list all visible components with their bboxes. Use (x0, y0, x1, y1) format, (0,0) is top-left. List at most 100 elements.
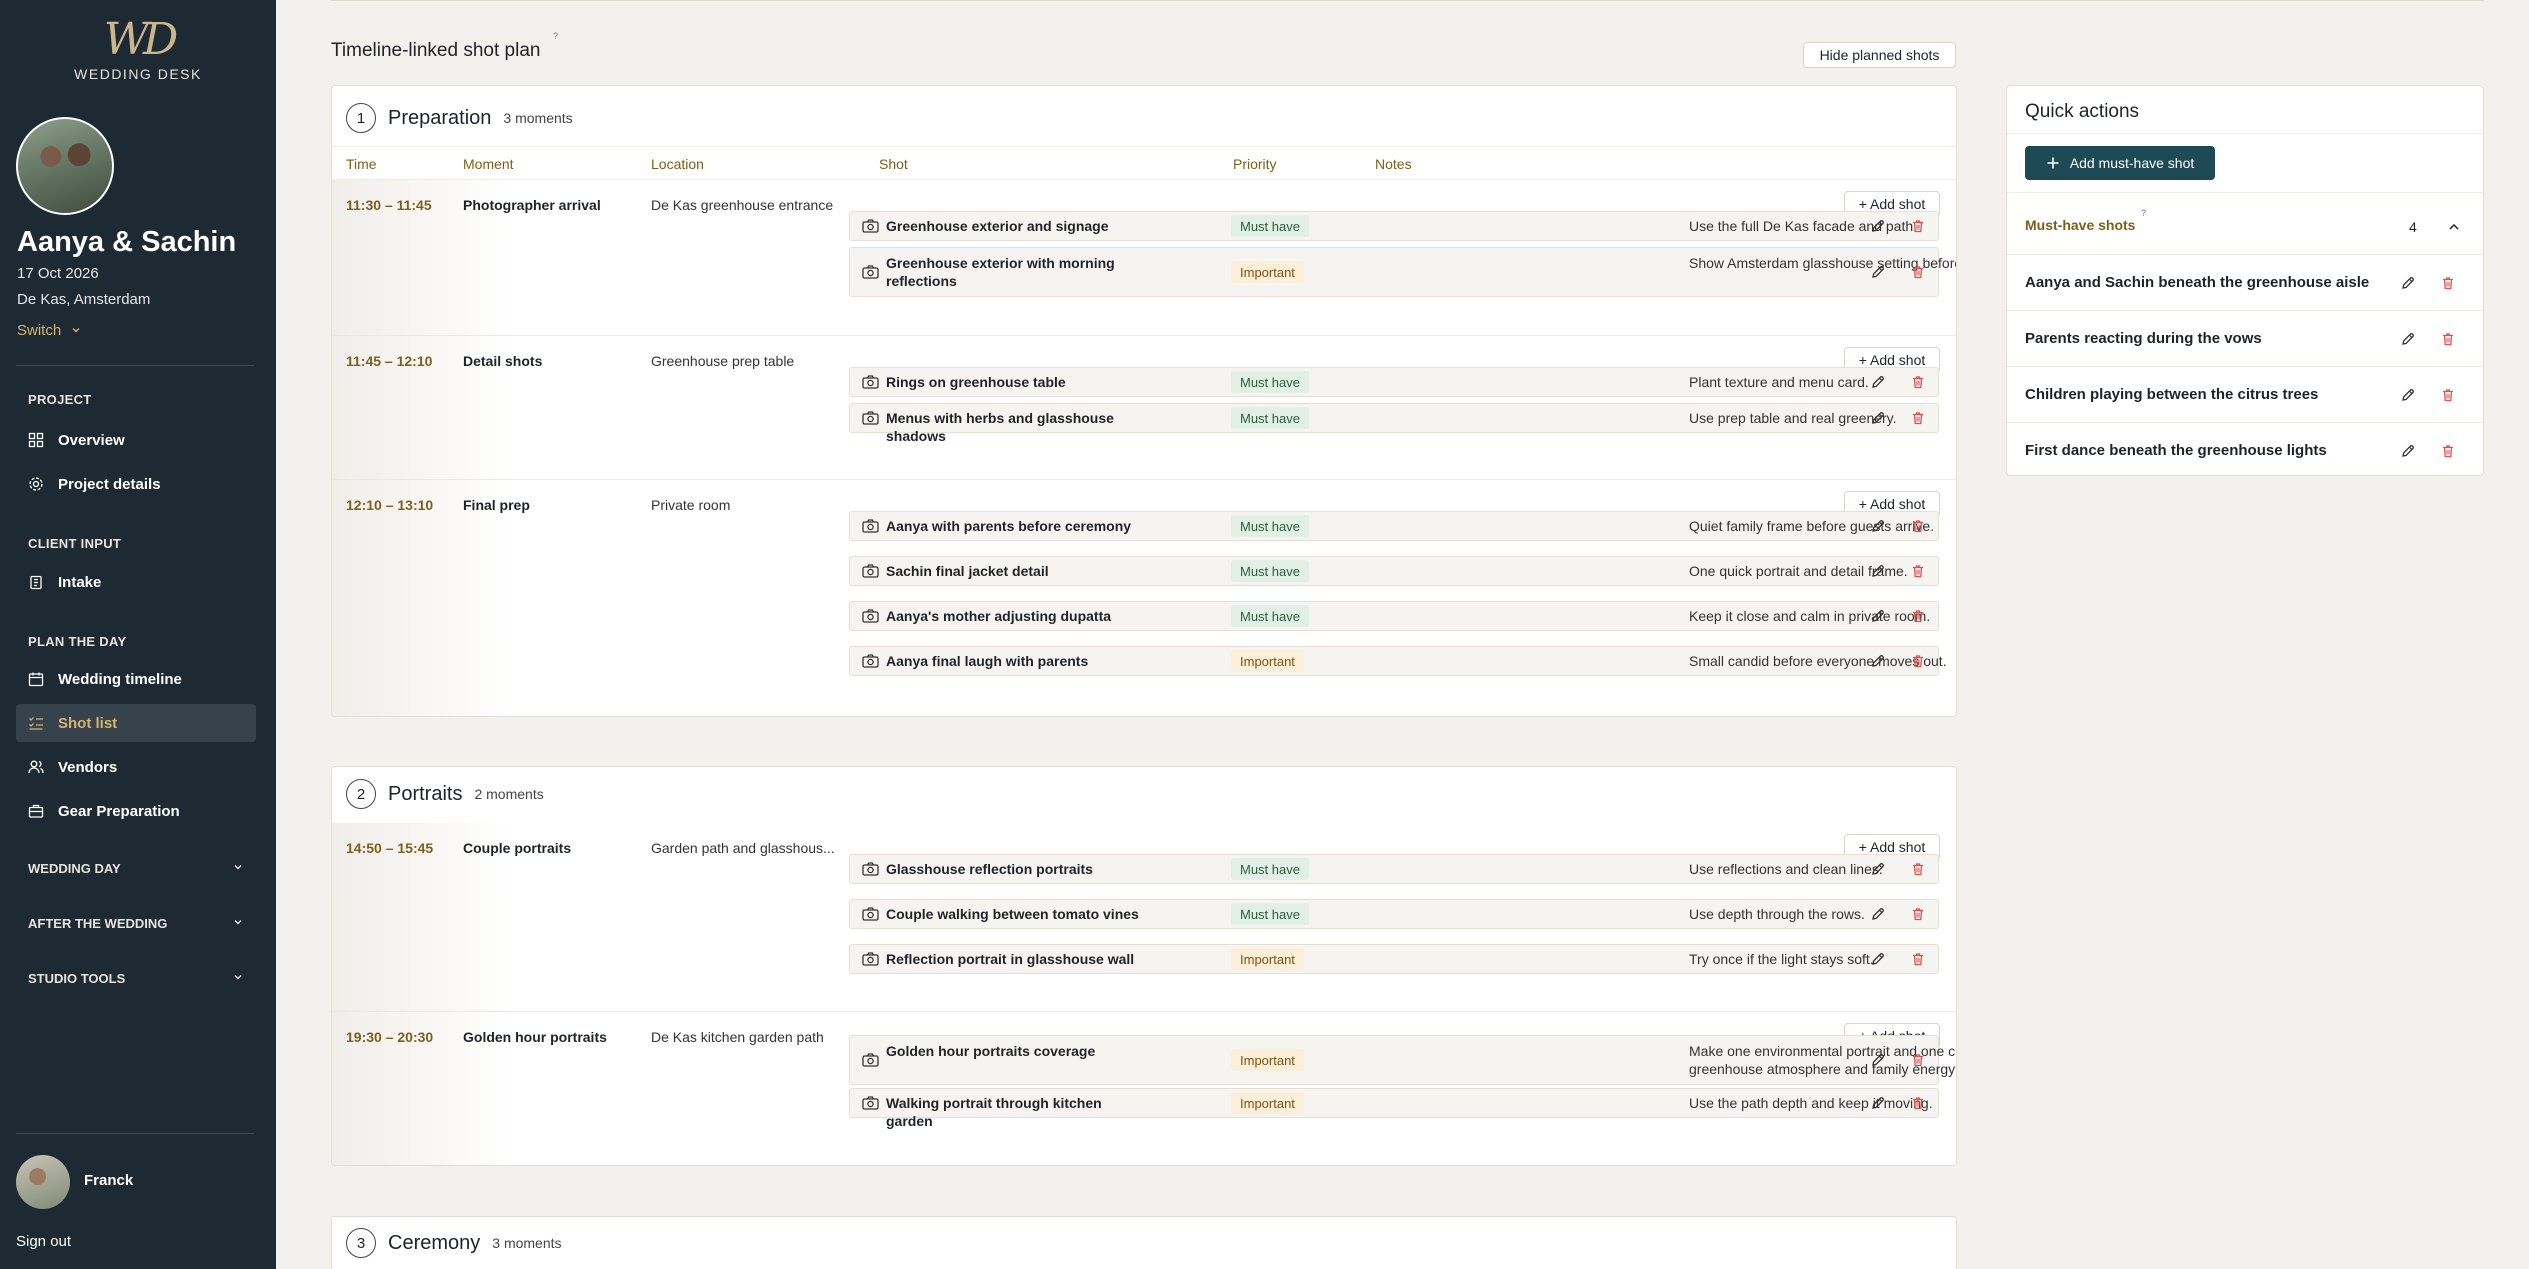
trash-icon[interactable] (1910, 861, 1926, 877)
switch-label: Switch (17, 322, 62, 339)
must-have-item[interactable]: First dance beneath the greenhouse light… (2007, 422, 2483, 478)
edit-icon[interactable] (1870, 1095, 1886, 1111)
moment-row: 14:50 – 15:45 Couple portraits Garden pa… (332, 823, 1956, 1012)
chevron-up-icon[interactable] (2447, 220, 2461, 234)
app-logo[interactable]: WD WEDDING DESK (0, 16, 276, 83)
priority-badge: Must have (1231, 215, 1309, 237)
edit-icon[interactable] (1870, 518, 1886, 534)
trash-icon[interactable] (1910, 906, 1926, 922)
help-icon[interactable]: ? (553, 31, 558, 41)
trash-icon[interactable] (1910, 374, 1926, 390)
sidebar-group-studio-tools[interactable]: STUDIO TOOLS (28, 971, 244, 986)
shot-row[interactable]: Sachin final jacket detail Must have One… (849, 556, 1939, 586)
edit-icon[interactable] (2400, 443, 2416, 459)
trash-icon[interactable] (1910, 218, 1926, 234)
moment-name: Detail shots (463, 353, 543, 369)
must-have-item[interactable]: Children playing between the citrus tree… (2007, 366, 2483, 422)
sidebar-divider (16, 1133, 254, 1134)
edit-icon[interactable] (1870, 906, 1886, 922)
sidebar-item-vendors[interactable]: Vendors (16, 748, 256, 786)
trash-icon[interactable] (2440, 331, 2456, 347)
sidebar-item-intake[interactable]: Intake (16, 563, 256, 601)
trash-icon[interactable] (1910, 608, 1926, 624)
page-title: Timeline-linked shot plan (331, 40, 541, 61)
shot-row[interactable]: Aanya's mother adjusting dupatta Must ha… (849, 601, 1939, 631)
top-divider (331, 0, 2484, 1)
priority-badge: Must have (1231, 407, 1309, 429)
section-title: Preparation (388, 106, 492, 129)
sidebar-item-gear-preparation[interactable]: Gear Preparation (16, 792, 256, 830)
add-must-have-shot-button[interactable]: Add must-have shot (2025, 146, 2215, 180)
sidebar-group-after-the-wedding[interactable]: AFTER THE WEDDING (28, 916, 244, 931)
edit-icon[interactable] (2400, 387, 2416, 403)
trash-icon[interactable] (2440, 443, 2456, 459)
moment-time: 14:50 – 15:45 (346, 840, 434, 856)
priority-badge: Important (1231, 948, 1304, 970)
edit-icon[interactable] (1870, 563, 1886, 579)
trash-icon[interactable] (1910, 518, 1926, 534)
switch-project-button[interactable]: Switch (17, 322, 81, 339)
sidebar-item-shot-list[interactable]: Shot list (16, 704, 256, 742)
shot-row[interactable]: Rings on greenhouse table Must have Plan… (849, 367, 1939, 397)
section-header[interactable]: 2 Portraits 2 moments (346, 779, 544, 809)
shot-row[interactable]: Couple walking between tomato vines Must… (849, 899, 1939, 929)
plus-icon (2047, 157, 2059, 169)
trash-icon[interactable] (1910, 410, 1926, 426)
help-icon[interactable]: ? (2141, 208, 2146, 218)
shot-row[interactable]: Greenhouse exterior with morning reflect… (849, 247, 1956, 297)
edit-icon[interactable] (1870, 410, 1886, 426)
trash-icon[interactable] (1910, 951, 1926, 967)
edit-icon[interactable] (1870, 861, 1886, 877)
sidebar-item-label: Gear Preparation (58, 802, 180, 820)
trash-icon[interactable] (1910, 653, 1926, 669)
shot-row[interactable]: Golden hour portraits coverage Important… (849, 1035, 1956, 1085)
shot-row[interactable]: Reflection portrait in glasshouse wall I… (849, 944, 1939, 974)
shot-row[interactable]: Aanya with parents before ceremony Must … (849, 511, 1939, 541)
edit-icon[interactable] (1870, 264, 1886, 280)
moment-name: Couple portraits (463, 840, 572, 856)
sidebar-item-project-details[interactable]: Project details (16, 465, 256, 503)
sign-out-link[interactable]: Sign out (16, 1233, 71, 1250)
couple-venue: De Kas, Amsterdam (17, 291, 151, 308)
sidebar-item-overview[interactable]: Overview (16, 421, 256, 459)
sidebar-item-wedding-timeline[interactable]: Wedding timeline (16, 660, 256, 698)
sidebar-group-wedding-day[interactable]: WEDDING DAY (28, 861, 244, 876)
shot-title: Aanya with parents before ceremony (886, 518, 1132, 534)
edit-icon[interactable] (2400, 331, 2416, 347)
camera-icon (862, 952, 879, 966)
trash-icon[interactable] (1910, 563, 1926, 579)
user-avatar[interactable] (16, 1155, 70, 1209)
section-moment-count: 2 moments (474, 786, 544, 802)
trash-icon[interactable] (1910, 1052, 1926, 1068)
sidebar-item-label: Intake (58, 573, 102, 591)
shot-row[interactable]: Menus with herbs and glasshouse shadows … (849, 403, 1939, 444)
trash-icon[interactable] (2440, 275, 2456, 291)
edit-icon[interactable] (1870, 608, 1886, 624)
shot-row[interactable]: Aanya final laugh with parents Important… (849, 646, 1947, 676)
moment-row: 19:30 – 20:30 Golden hour portraits De K… (332, 1012, 1956, 1165)
edit-icon[interactable] (1870, 218, 1886, 234)
shot-row[interactable]: Greenhouse exterior and signage Must hav… (849, 211, 1939, 241)
edit-icon[interactable] (1870, 1052, 1886, 1068)
section-header[interactable]: 1 Preparation 3 moments (346, 103, 573, 133)
moment-time: 11:45 – 12:10 (346, 353, 433, 369)
shot-title: Glasshouse reflection portraits (886, 861, 1093, 877)
shot-row[interactable]: Glasshouse reflection portraits Must hav… (849, 854, 1939, 884)
section-number: 2 (346, 779, 376, 809)
must-have-item[interactable]: Parents reacting during the vows (2007, 310, 2483, 366)
edit-icon[interactable] (1870, 374, 1886, 390)
priority-badge: Must have (1231, 858, 1309, 880)
section-header[interactable]: 3 Ceremony 3 moments (346, 1228, 562, 1258)
trash-icon[interactable] (1910, 264, 1926, 280)
trash-icon[interactable] (2440, 387, 2456, 403)
edit-icon[interactable] (1870, 951, 1886, 967)
trash-icon[interactable] (1910, 1095, 1926, 1111)
button-label: Add must-have shot (2069, 155, 2195, 171)
group-label: STUDIO TOOLS (28, 971, 126, 986)
shot-row[interactable]: Walking portrait through kitchen garden … (849, 1088, 1939, 1129)
edit-icon[interactable] (1870, 653, 1886, 669)
must-have-item[interactable]: Aanya and Sachin beneath the greenhouse … (2007, 254, 2483, 310)
hide-planned-shots-button[interactable]: Hide planned shots (1803, 42, 1956, 68)
edit-icon[interactable] (2400, 275, 2416, 291)
sidebar-item-label: Shot list (58, 714, 118, 732)
